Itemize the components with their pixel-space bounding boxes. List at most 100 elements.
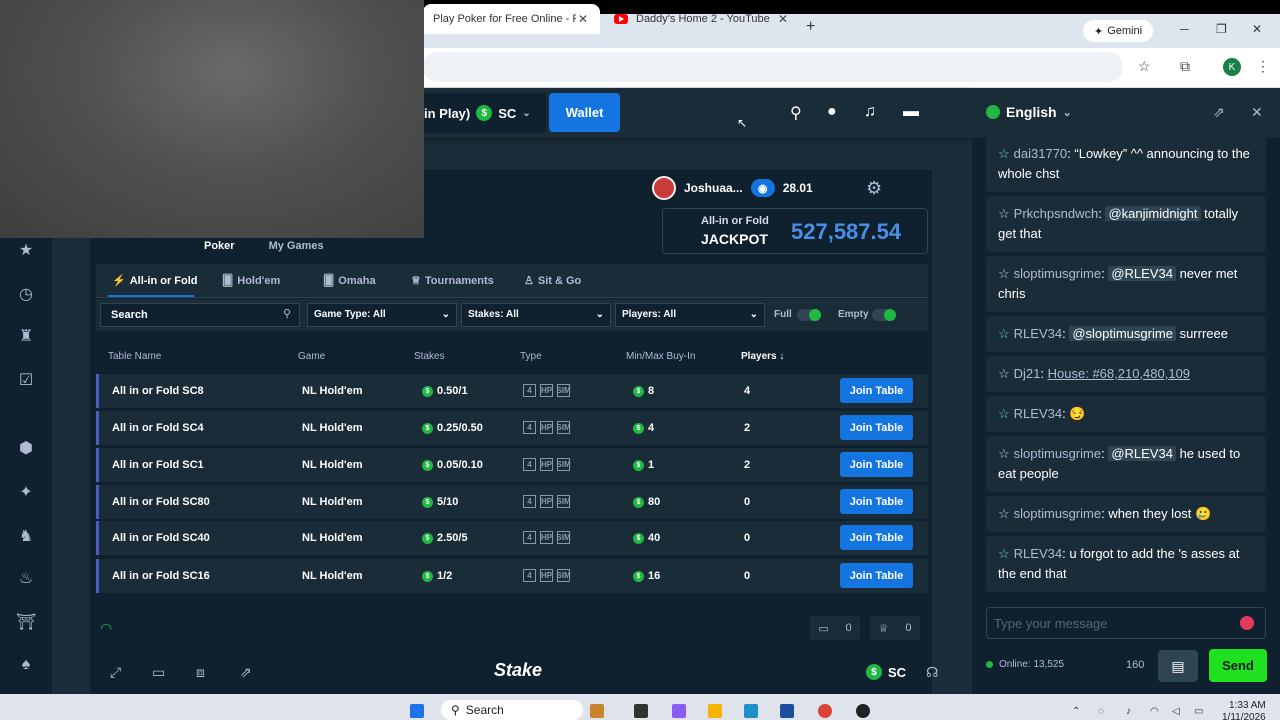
- user-icon[interactable]: ●: [827, 103, 837, 121]
- slots-icon[interactable]: ✦: [16, 482, 36, 502]
- table-row[interactable]: All in or Fold SC40 NL Hold'em $2.50/5 4 HP S…: [96, 521, 928, 555]
- join-table-button[interactable]: Join Table: [840, 378, 913, 403]
- tab-omaha[interactable]: 🂠 Omaha: [323, 274, 376, 288]
- stats-icon[interactable]: ⧈: [196, 664, 205, 681]
- join-table-button[interactable]: Join Table: [840, 489, 913, 514]
- table-row[interactable]: All in or Fold SC4 NL Hold'em $0.25/0.50 4 H…: [96, 411, 928, 445]
- search-icon[interactable]: ⚲: [790, 103, 802, 123]
- poker-icon[interactable]: ♠: [16, 656, 36, 674]
- players-select[interactable]: Players: All ⌄: [615, 303, 765, 327]
- language-selector[interactable]: English ⌄: [986, 104, 1072, 120]
- table-row[interactable]: All in or Fold SC16 NL Hold'em $1/2 4 HP SIM $…: [96, 559, 928, 593]
- store-icon[interactable]: [780, 704, 794, 718]
- tab-poker[interactable]: Poker: [204, 240, 235, 252]
- emoji-icon[interactable]: [1240, 616, 1254, 630]
- search-input[interactable]: [100, 303, 300, 327]
- omnibox[interactable]: [423, 52, 1123, 82]
- join-table-button[interactable]: Join Table: [840, 415, 913, 440]
- chat-username[interactable]: RLEV34: [1014, 326, 1062, 341]
- stakes-select[interactable]: Stakes: All ⌄: [461, 303, 611, 327]
- chat-mention[interactable]: @sloptimusgrime: [1069, 326, 1176, 341]
- edge-icon[interactable]: [744, 704, 758, 718]
- challenges-icon[interactable]: ♜: [16, 326, 36, 346]
- copilot-icon[interactable]: [672, 704, 686, 718]
- tab-my-games[interactable]: My Games: [269, 240, 324, 252]
- recent-icon[interactable]: ◷: [16, 284, 36, 304]
- chat-rules-button[interactable]: ▤: [1158, 650, 1198, 682]
- col-game[interactable]: Game: [298, 351, 325, 362]
- fullscreen-icon[interactable]: ⤢: [110, 664, 121, 681]
- table-row[interactable]: All in or Fold SC1 NL Hold'em $0.05/0.10 4 H…: [96, 448, 928, 482]
- chat-username[interactable]: sloptimusgrime: [1014, 266, 1101, 281]
- file-explorer-icon[interactable]: [708, 704, 722, 718]
- bookmark-star-icon[interactable]: ☆: [1138, 58, 1151, 75]
- notifications-icon[interactable]: ♫: [864, 103, 876, 121]
- send-button[interactable]: Send: [1209, 649, 1267, 682]
- gear-icon[interactable]: ⚙: [866, 178, 882, 199]
- menu-dots-icon[interactable]: ⋮: [1256, 58, 1270, 75]
- wallet-button[interactable]: Wallet: [549, 93, 620, 132]
- tab-holdem[interactable]: 🂠 Hold'em: [222, 274, 280, 288]
- chat-message-input[interactable]: [986, 607, 1266, 639]
- col-stakes[interactable]: Stakes: [414, 351, 445, 362]
- chevron-up-icon[interactable]: ⌃: [1072, 706, 1080, 717]
- hidden-eye-icon[interactable]: ◉: [750, 179, 775, 197]
- new-tab-button[interactable]: +: [806, 18, 815, 36]
- chat-username[interactable]: RLEV34: [1014, 546, 1062, 561]
- exclusives-icon[interactable]: ⛩: [16, 612, 36, 632]
- taskbar-clock[interactable]: 1:33 AM 1/11/2026: [1222, 700, 1266, 720]
- widgets-icon[interactable]: [590, 704, 604, 718]
- chat-username[interactable]: Prkchpsndwch: [1014, 206, 1099, 221]
- browser-tab-youtube[interactable]: Daddy's Home 2 - YouTube ✕: [604, 4, 800, 34]
- chat-username[interactable]: Dj21: [1014, 366, 1041, 381]
- window-close-icon[interactable]: ✕: [1252, 22, 1262, 36]
- minimize-icon[interactable]: ─: [1180, 22, 1189, 36]
- chat-username[interactable]: sloptimusgrime: [1014, 446, 1101, 461]
- originals-icon[interactable]: ⬢: [16, 438, 36, 458]
- table-row[interactable]: All in or Fold SC8 NL Hold'em $0.50/1 4 HP SI…: [96, 374, 928, 408]
- game-type-select[interactable]: Game Type: All ⌄: [307, 303, 457, 327]
- network-icon[interactable]: ◌: [1098, 706, 1104, 717]
- live-casino-icon[interactable]: ♞: [16, 526, 36, 546]
- battery-icon[interactable]: ▭: [1194, 706, 1203, 717]
- tab-all-in-or-fold[interactable]: ⚡ All-in or Fold: [112, 274, 198, 288]
- favourites-icon[interactable]: ★: [16, 240, 36, 260]
- tab-sit-and-go[interactable]: ♙ Sit & Go: [524, 274, 581, 288]
- full-toggle[interactable]: [797, 309, 821, 321]
- col-table-name[interactable]: Table Name: [108, 351, 161, 362]
- my-bets-icon[interactable]: ☑: [16, 370, 36, 390]
- gemini-button[interactable]: ✦ Gemini: [1083, 20, 1153, 42]
- join-table-button[interactable]: Join Table: [840, 563, 913, 588]
- browser-tab-poker[interactable]: Play Poker for Free Online - Fre ✕: [423, 4, 600, 34]
- balance-selector[interactable]: in Play) $ SC ⌄: [420, 93, 546, 133]
- chat-username[interactable]: dai31770: [1014, 146, 1068, 161]
- tab-tournaments[interactable]: ♕ Tournaments: [411, 274, 494, 288]
- task-view-icon[interactable]: [634, 704, 648, 718]
- chat-mention[interactable]: @RLEV34: [1108, 266, 1176, 281]
- chat-icon[interactable]: ▬: [903, 103, 919, 121]
- col-buyin[interactable]: Min/Max Buy-In: [626, 351, 695, 362]
- game-shows-icon[interactable]: ♨: [16, 568, 36, 588]
- close-icon[interactable]: ✕: [776, 12, 790, 26]
- support-headset-icon[interactable]: ☊: [926, 664, 938, 681]
- empty-toggle[interactable]: [872, 309, 896, 321]
- chat-bet-link[interactable]: House: #68,210,480,109: [1048, 366, 1190, 381]
- microphone-icon[interactable]: ♪: [1126, 706, 1131, 717]
- restore-icon[interactable]: ❐: [1216, 22, 1227, 36]
- cast-icon[interactable]: ⧉: [1180, 58, 1190, 75]
- col-type[interactable]: Type: [520, 351, 542, 362]
- table-row[interactable]: All in or Fold SC80 NL Hold'em $5/10 4 HP SIM…: [96, 485, 928, 519]
- close-icon[interactable]: ✕: [576, 12, 590, 26]
- join-table-button[interactable]: Join Table: [840, 525, 913, 550]
- profile-avatar[interactable]: K: [1223, 58, 1241, 76]
- join-table-button[interactable]: Join Table: [840, 452, 913, 477]
- chat-mention[interactable]: @kanjimidnight: [1105, 206, 1201, 221]
- chrome-icon[interactable]: [818, 704, 832, 718]
- chat-username[interactable]: RLEV34: [1014, 406, 1062, 421]
- chat-username[interactable]: sloptimusgrime: [1014, 506, 1101, 521]
- chat-mention[interactable]: @RLEV34: [1108, 446, 1176, 461]
- taskbar-search[interactable]: ⚲ Search: [441, 700, 583, 720]
- wifi-icon[interactable]: ◠: [1150, 706, 1159, 717]
- volume-icon[interactable]: ◁: [1172, 706, 1180, 717]
- popout-icon[interactable]: ⇗: [240, 664, 252, 681]
